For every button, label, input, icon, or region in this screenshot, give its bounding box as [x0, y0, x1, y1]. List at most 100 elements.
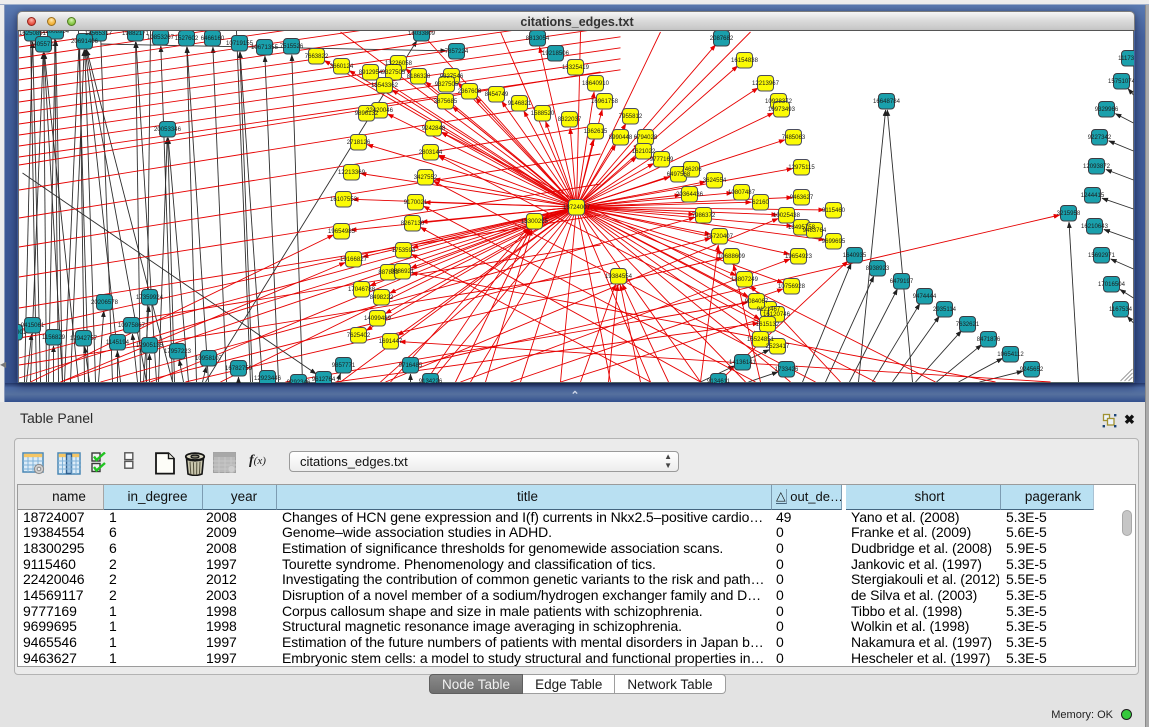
svg-text:7986372: 7986372	[691, 213, 715, 219]
svg-text:9886921: 9886921	[390, 269, 414, 275]
svg-text:1527602: 1527602	[174, 36, 198, 42]
svg-text:9415061: 9415061	[20, 323, 44, 329]
svg-text:18640910: 18640910	[582, 81, 610, 87]
svg-text:1588520: 1588520	[530, 111, 554, 117]
svg-text:8938923: 8938923	[865, 266, 889, 272]
svg-text:1362615: 1362615	[583, 129, 607, 135]
svg-text:1145194: 1145194	[105, 340, 129, 346]
svg-text:10719155: 10719155	[226, 41, 254, 47]
svg-text:9612764: 9612764	[311, 377, 335, 383]
svg-text:9327505: 9327505	[434, 82, 458, 88]
svg-text:9327505: 9327505	[381, 70, 405, 76]
svg-text:8454749: 8454749	[484, 92, 508, 98]
svg-text:8498222: 8498222	[369, 295, 393, 301]
svg-text:10654112: 10654112	[997, 352, 1024, 358]
svg-text:9474444: 9474444	[912, 294, 936, 300]
svg-text:9329966: 9329966	[1094, 107, 1118, 113]
svg-text:9134226: 9134226	[418, 379, 442, 383]
svg-text:12093872: 12093872	[1083, 164, 1111, 170]
svg-text:10688609: 10688609	[718, 254, 746, 260]
svg-text:1621022: 1621022	[631, 149, 655, 155]
svg-text:12213967: 12213967	[752, 81, 780, 87]
svg-text:9084067: 9084067	[744, 299, 768, 305]
svg-text:16210643: 16210643	[1081, 224, 1109, 230]
svg-text:18724007: 18724007	[563, 205, 591, 211]
svg-text:19654923: 19654923	[785, 254, 813, 260]
svg-text:20053346: 20053346	[154, 127, 182, 133]
svg-text:9227342: 9227342	[1087, 135, 1111, 141]
svg-text:17957223: 17957223	[164, 349, 192, 355]
svg-text:16961758: 16961758	[591, 99, 619, 105]
svg-text:9896132: 9896132	[354, 111, 378, 117]
svg-text:19654985: 19654985	[328, 229, 356, 235]
svg-text:2935114: 2935114	[932, 307, 956, 313]
svg-text:10025438: 10025438	[773, 213, 801, 219]
svg-text:2367608: 2367608	[457, 89, 481, 95]
svg-text:1117334: 1117334	[1118, 56, 1134, 62]
svg-text:7632621: 7632621	[955, 322, 979, 328]
svg-text:3427552: 3427552	[413, 175, 437, 181]
svg-text:19166827: 19166827	[340, 257, 368, 263]
svg-text:3875685: 3875685	[433, 99, 457, 105]
svg-text:1640935: 1640935	[842, 253, 866, 259]
svg-text:17016504: 17016504	[1098, 282, 1126, 288]
svg-text:1244415: 1244415	[1080, 193, 1104, 199]
svg-text:1615132: 1615132	[755, 322, 779, 328]
svg-text:13325419: 13325419	[562, 65, 590, 71]
svg-text:16120746: 16120746	[763, 312, 791, 318]
svg-text:8471876: 8471876	[976, 337, 1000, 343]
svg-text:8912954: 8912954	[358, 70, 382, 76]
svg-text:12905135: 12905135	[136, 343, 164, 349]
svg-text:19882171: 19882171	[122, 31, 150, 37]
svg-text:12213369: 12213369	[338, 170, 366, 176]
svg-text:7515526: 7515526	[279, 44, 303, 50]
svg-text:10756928: 10756928	[778, 284, 806, 290]
svg-text:1691447: 1691447	[378, 339, 402, 345]
svg-text:9134611: 9134611	[706, 379, 730, 383]
svg-text:20206578: 20206578	[91, 300, 119, 306]
svg-text:12008954: 12008954	[42, 31, 70, 35]
svg-text:10853267: 10853267	[147, 35, 175, 41]
svg-text:6479197: 6479197	[889, 279, 913, 285]
svg-text:2087682: 2087682	[709, 36, 733, 42]
svg-text:19384554: 19384554	[605, 274, 633, 280]
svg-text:7663822: 7663822	[304, 54, 328, 60]
svg-text:16543362: 16543362	[371, 83, 399, 89]
svg-text:18807249: 18807249	[731, 277, 759, 283]
svg-text:15751074: 15751074	[1108, 79, 1134, 85]
svg-text:9857771: 9857771	[331, 363, 355, 369]
svg-text:2718126: 2718126	[346, 140, 370, 146]
svg-text:19218506: 19218506	[542, 51, 570, 57]
svg-text:14136141: 14136141	[729, 360, 757, 366]
svg-text:8267130: 8267130	[400, 221, 424, 227]
svg-text:15692971: 15692971	[1088, 253, 1116, 259]
svg-text:7625402: 7625402	[346, 333, 370, 339]
svg-text:17359924: 17359924	[136, 295, 164, 301]
svg-text:9245652: 9245652	[1019, 367, 1043, 373]
svg-text:1167534: 1167534	[1108, 307, 1132, 313]
svg-text:15720407: 15720407	[706, 234, 734, 240]
svg-text:8322037: 8322037	[557, 117, 581, 123]
svg-text:9242848: 9242848	[421, 126, 445, 132]
svg-text:2803144: 2803144	[418, 150, 442, 156]
svg-text:1753594: 1753594	[391, 248, 415, 254]
svg-text:10958107: 10958107	[195, 356, 223, 362]
svg-text:746206: 746206	[681, 167, 702, 173]
svg-text:9327546: 9327546	[439, 74, 463, 80]
svg-text:16782759: 16782759	[225, 366, 253, 372]
svg-text:16524851: 16524851	[747, 337, 775, 343]
svg-text:18565317: 18565317	[85, 31, 113, 37]
svg-text:9146821: 9146821	[507, 101, 531, 107]
svg-text:9777169: 9777169	[649, 157, 673, 163]
svg-text:12923446: 12923446	[254, 376, 282, 382]
svg-text:18300295: 18300295	[521, 219, 549, 225]
svg-text:10807487: 10807487	[728, 190, 756, 196]
svg-text:9170021: 9170021	[403, 200, 427, 206]
svg-text:7857224: 7857224	[444, 49, 468, 55]
svg-text:3660124: 3660124	[329, 64, 353, 70]
svg-text:9292346: 9292346	[286, 380, 310, 383]
svg-text:20691406: 20691406	[71, 39, 99, 45]
svg-text:3215958: 3215958	[1056, 211, 1080, 217]
svg-text:1733426: 1733426	[774, 367, 798, 373]
svg-text:3624554: 3624554	[702, 178, 726, 184]
